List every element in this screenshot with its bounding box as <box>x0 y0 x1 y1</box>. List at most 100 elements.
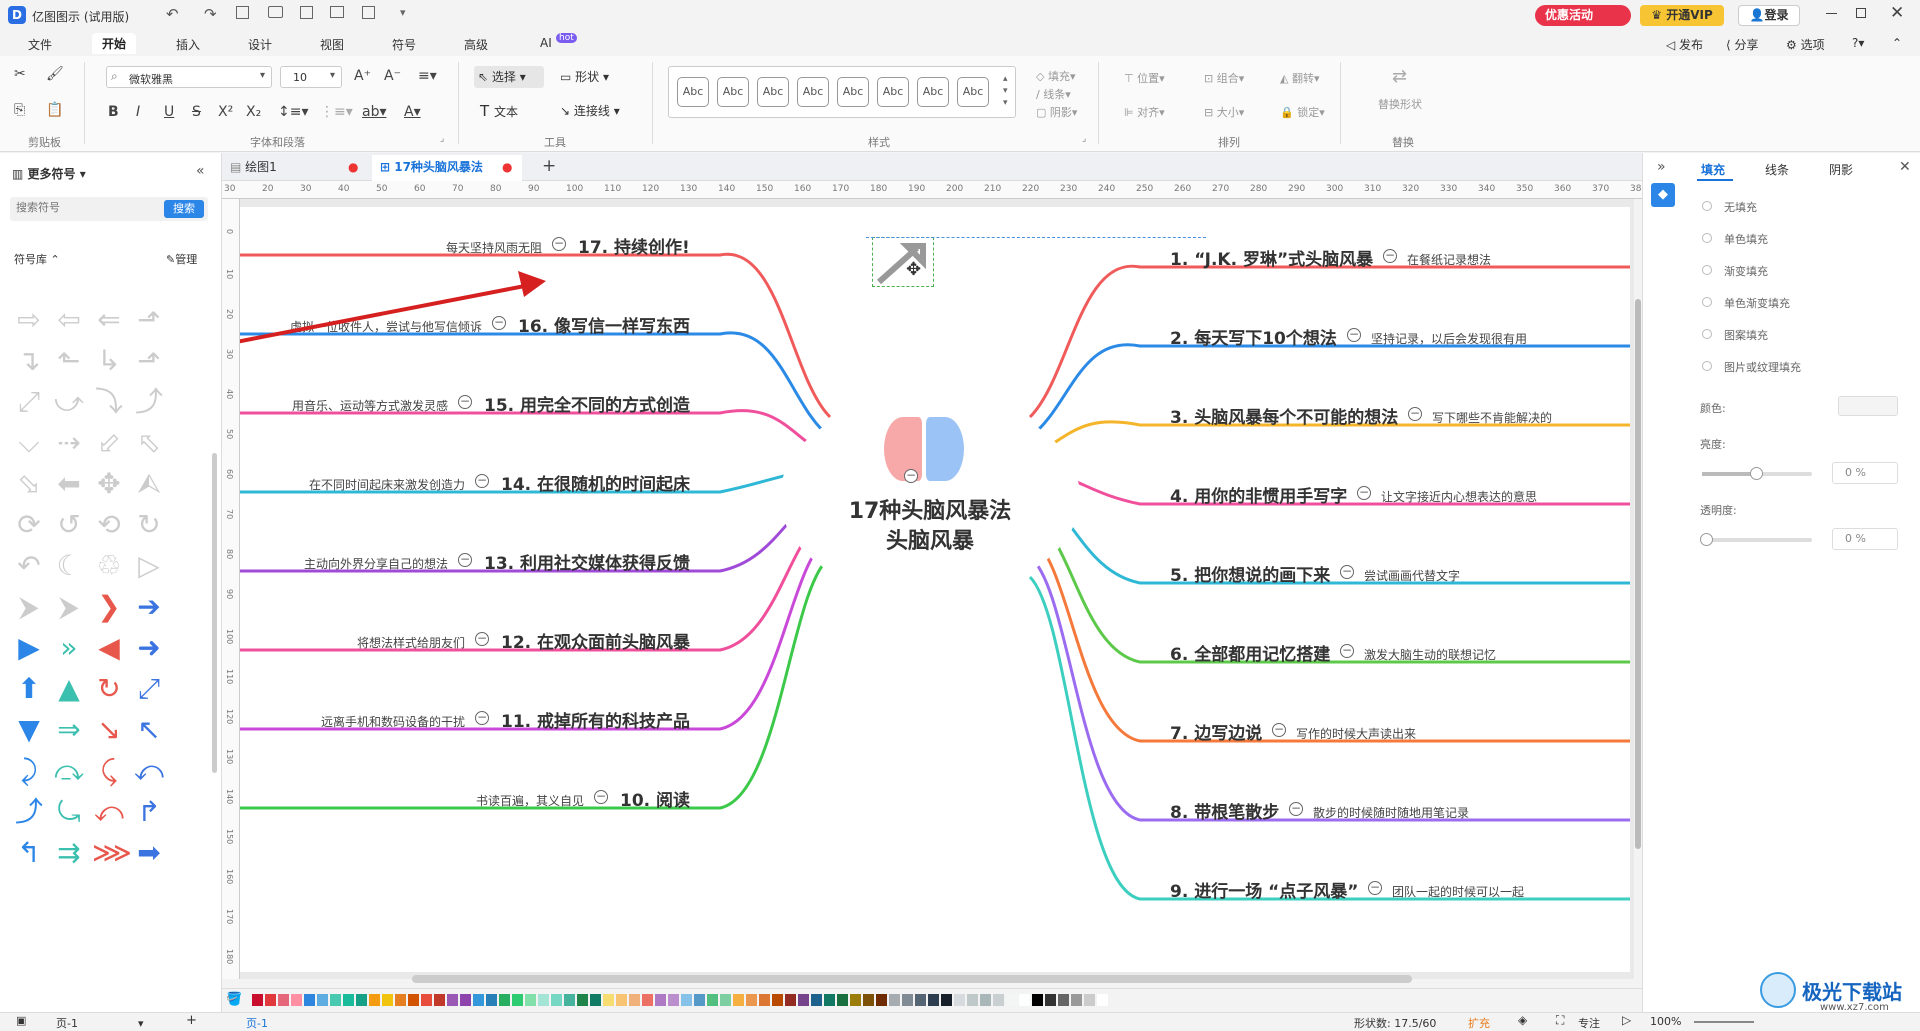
italic-icon[interactable]: I <box>136 104 140 120</box>
panel-scrollbar[interactable] <box>212 453 217 773</box>
color-swatch[interactable] <box>707 994 718 1006</box>
collapse-node-icon[interactable]: − <box>594 790 608 804</box>
symbol-arrow-icon[interactable]: ⬂ <box>12 467 46 501</box>
canvas-area[interactable]: 17种头脑风暴法 头脑风暴 1. “J.K. 罗琳”式头脑风暴 − 在餐纸记录想法 2… <box>240 199 1634 979</box>
branch-node[interactable]: 2. 每天写下10个想法 <box>1170 324 1337 349</box>
color-swatch[interactable] <box>811 994 822 1006</box>
vip-button[interactable]: ♛ 开通VIP <box>1640 5 1724 26</box>
color-swatch[interactable] <box>759 994 770 1006</box>
collapse-node-icon[interactable]: − <box>1368 881 1382 895</box>
symbol-arrow-icon[interactable]: ⤼ <box>52 754 86 788</box>
subscript-icon[interactable]: X₂ <box>246 104 261 120</box>
symbol-arrow-icon[interactable]: ⇉ <box>52 836 86 870</box>
page-layout-icon[interactable]: ▣ <box>16 1014 26 1027</box>
symbol-search-button[interactable]: 搜索 <box>164 200 204 218</box>
color-swatch[interactable] <box>447 994 458 1006</box>
color-swatch[interactable] <box>772 994 783 1006</box>
color-swatch[interactable] <box>304 994 315 1006</box>
collapse-node-icon[interactable]: − <box>475 474 489 488</box>
symbol-arrow-icon[interactable]: ⬃ <box>92 426 126 460</box>
branch-note[interactable]: 激发大脑生动的联想记忆 <box>1364 646 1496 663</box>
color-swatch[interactable] <box>629 994 640 1006</box>
style-preset-4[interactable]: Abc <box>797 77 829 107</box>
menu-home[interactable]: 开始 <box>92 33 137 54</box>
color-swatch[interactable] <box>902 994 913 1006</box>
color-swatch[interactable] <box>642 994 653 1006</box>
color-swatch[interactable] <box>746 994 757 1006</box>
share-button[interactable]: ⟨ 分享 <box>1726 36 1759 53</box>
manage-button[interactable]: ✎管理 <box>166 251 197 267</box>
transparency-slider[interactable] <box>1700 533 1812 546</box>
add-page-icon[interactable]: + <box>186 1013 197 1028</box>
brightness-value[interactable]: 0 % <box>1832 462 1898 484</box>
focus-icon[interactable]: ⛶ <box>1556 1013 1564 1028</box>
branch-note[interactable]: 团队一起的时候可以一起 <box>1392 883 1524 900</box>
symbol-arrow-icon[interactable]: ♲ <box>92 549 126 583</box>
styles-dialog-icon[interactable]: ⌟ <box>1082 134 1086 144</box>
align-objects-button[interactable]: ⊫ 对齐▾ <box>1124 104 1165 120</box>
menu-design[interactable]: 设计 <box>248 36 272 53</box>
collapse-node-icon[interactable]: − <box>1408 407 1422 421</box>
symbol-arrow-icon[interactable]: ⬏ <box>132 344 166 378</box>
symbol-arrow-icon[interactable]: ↘ <box>92 713 126 747</box>
select-tool-button[interactable]: ⇖ 选择 ▾ <box>474 66 544 88</box>
play-icon[interactable]: ▷ <box>1622 1013 1631 1027</box>
collapse-node-icon[interactable]: − <box>1340 565 1354 579</box>
color-swatch[interactable] <box>928 994 939 1006</box>
style-preset-1[interactable]: Abc <box>677 77 709 107</box>
symbol-arrow-icon[interactable]: ⇨ <box>12 303 46 337</box>
radio-picture-fill[interactable] <box>1702 361 1712 371</box>
export-icon[interactable] <box>362 6 375 19</box>
increase-font-icon[interactable]: A⁺ <box>354 68 371 84</box>
symbol-arrow-icon[interactable]: ⤻ <box>52 385 86 419</box>
collapse-node-icon[interactable]: − <box>458 553 472 567</box>
menu-insert[interactable]: 插入 <box>176 36 200 53</box>
color-swatch[interactable] <box>785 994 796 1006</box>
menu-view[interactable]: 视图 <box>320 36 344 53</box>
color-swatch[interactable] <box>720 994 731 1006</box>
branch-node[interactable]: 10. 阅读 <box>620 786 690 811</box>
tab-line[interactable]: 线条 <box>1765 161 1789 178</box>
collapse-node-icon[interactable]: − <box>1289 802 1303 816</box>
color-swatch[interactable] <box>1084 994 1095 1006</box>
color-swatch[interactable] <box>1006 994 1017 1006</box>
format-painter-icon[interactable]: 🖌 <box>46 66 64 82</box>
bullets-icon[interactable]: ⋮≡▾ <box>320 104 353 120</box>
color-swatch[interactable] <box>577 994 588 1006</box>
symbol-arrow-icon[interactable]: ⇒ <box>52 713 86 747</box>
symbol-arrow-icon[interactable]: ▶ <box>12 631 46 665</box>
radio-gradient-fill[interactable] <box>1702 265 1712 275</box>
color-swatch[interactable] <box>694 994 705 1006</box>
color-swatch[interactable] <box>291 994 302 1006</box>
flip-button[interactable]: ◭ 翻转▾ <box>1280 70 1320 86</box>
symbol-arrow-icon[interactable]: ↶ <box>12 549 46 583</box>
gallery-scroll-icon[interactable]: ▴ ▾ ▾ <box>1003 73 1008 109</box>
print-icon[interactable] <box>330 6 344 18</box>
branch-node[interactable]: 7. 边写边说 <box>1170 719 1262 744</box>
save-icon[interactable] <box>300 6 313 19</box>
branch-note[interactable]: 远离手机和数码设备的干扰 <box>321 713 465 730</box>
options-button[interactable]: ⚙ 选项 <box>1786 36 1825 53</box>
shape-tool-button[interactable]: ▭ 形状 ▾ <box>560 66 609 88</box>
symbol-arrow-icon[interactable]: ◀ <box>92 631 126 665</box>
help-icon[interactable]: ?▾ <box>1852 36 1864 50</box>
symbol-panel-title[interactable]: ▥ 更多符号 ▾ <box>12 165 86 182</box>
color-swatch[interactable] <box>499 994 510 1006</box>
align-icon[interactable]: ≡▾ <box>418 68 437 84</box>
radio-no-fill[interactable] <box>1702 201 1712 211</box>
symbol-arrow-icon[interactable]: ⤵ <box>92 385 126 419</box>
branch-note[interactable]: 主动向外界分享自己的想法 <box>304 555 448 572</box>
color-swatch[interactable] <box>837 994 848 1006</box>
radio-mono-gradient-fill[interactable] <box>1702 297 1712 307</box>
new-icon[interactable] <box>236 6 249 19</box>
symbol-arrow-icon[interactable]: ⬏ <box>132 303 166 337</box>
color-swatch[interactable] <box>993 994 1004 1006</box>
zoom-slider[interactable] <box>1694 1021 1754 1023</box>
undo-icon[interactable]: ↶ <box>166 5 179 23</box>
symbol-arrow-icon[interactable]: ⌵ <box>12 426 46 460</box>
font-size-select[interactable]: 10 ▾ <box>280 66 342 88</box>
symbol-arrow-icon[interactable]: ⤿ <box>52 795 86 829</box>
branch-node[interactable]: 11. 戒掉所有的科技产品 <box>501 707 690 732</box>
color-swatch[interactable] <box>343 994 354 1006</box>
color-swatch[interactable] <box>369 994 380 1006</box>
